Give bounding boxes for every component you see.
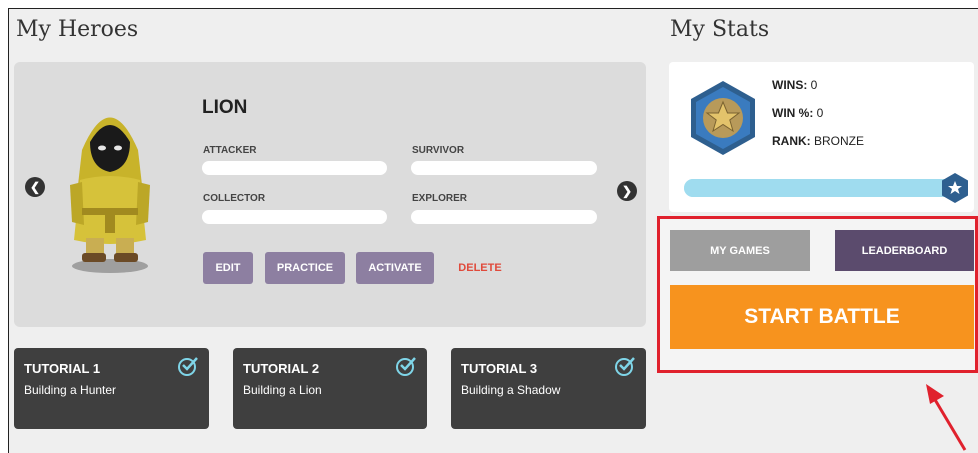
rank-value: BRONZE (814, 134, 865, 148)
my-games-button[interactable]: MY GAMES (670, 230, 810, 271)
wins-stat: WINS: 0 (772, 78, 817, 92)
rank-label: RANK: (772, 134, 811, 148)
attr-bar-explorer (411, 210, 597, 224)
wins-label: WINS: (772, 78, 808, 92)
winpct-value: 0 (816, 106, 824, 120)
attr-bar-attacker (202, 161, 387, 175)
check-circle-icon (396, 357, 416, 376)
heroes-title: My Heroes (16, 17, 139, 42)
attr-label-explorer: EXPLORER (412, 193, 468, 204)
tutorial-card-1[interactable]: TUTORIAL 1 Building a Hunter (14, 348, 209, 429)
tutorial-title: TUTORIAL 3 (461, 361, 538, 376)
rank-stat: RANK: BRONZE (772, 134, 864, 148)
chevron-right-icon[interactable]: ❯ (617, 181, 637, 201)
check-circle-icon (615, 357, 635, 376)
hero-name: LION (202, 97, 248, 118)
tutorial-card-2[interactable]: TUTORIAL 2 Building a Lion (233, 348, 427, 429)
tutorial-card-3[interactable]: TUTORIAL 3 Building a Shadow (451, 348, 646, 429)
attr-label-collector: COLLECTOR (203, 193, 266, 204)
tutorial-subtitle: Building a Lion (243, 383, 322, 397)
rank-star-icon (942, 173, 968, 203)
winpct-label: WIN %: (772, 106, 814, 120)
activate-button[interactable]: ACTIVATE (356, 252, 434, 284)
delete-button[interactable]: DELETE (450, 252, 510, 284)
tutorial-title: TUTORIAL 1 (24, 361, 101, 376)
edit-button[interactable]: EDIT (203, 252, 253, 284)
attr-label-attacker: ATTACKER (203, 145, 257, 156)
attr-label-survivor: SURVIVOR (412, 145, 465, 156)
rank-progress-bar (684, 179, 954, 197)
leaderboard-button[interactable]: LEADERBOARD (835, 230, 974, 271)
wins-value: 0 (810, 78, 818, 92)
arrow-pointer-icon (926, 384, 967, 451)
attr-bar-collector (202, 210, 387, 224)
tutorial-subtitle: Building a Hunter (24, 383, 117, 397)
stats-title: My Stats (670, 17, 770, 42)
winpct-stat: WIN %: 0 (772, 106, 823, 120)
check-circle-icon (178, 357, 198, 376)
practice-button[interactable]: PRACTICE (265, 252, 345, 284)
attr-bar-survivor (411, 161, 597, 175)
rank-progress-fill (684, 179, 954, 197)
tutorial-subtitle: Building a Shadow (461, 383, 561, 397)
chevron-left-icon[interactable]: ❮ (25, 177, 45, 197)
start-battle-button[interactable]: START BATTLE (670, 285, 974, 349)
hooded-hero-icon (70, 117, 150, 273)
star-badge-icon (691, 81, 755, 155)
tutorial-title: TUTORIAL 2 (243, 361, 320, 376)
